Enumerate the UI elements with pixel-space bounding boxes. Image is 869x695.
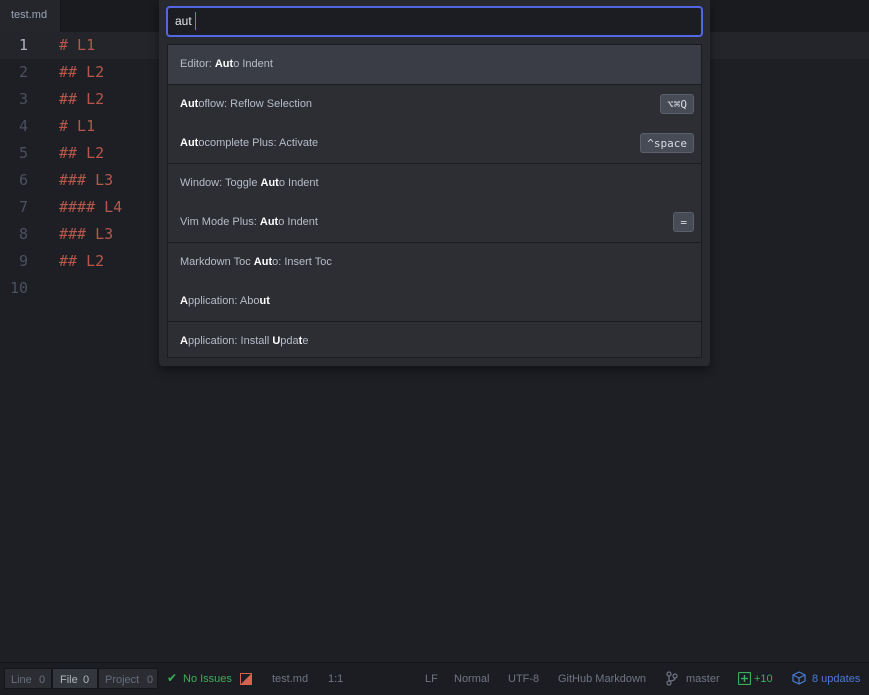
command-label: Autoflow: Reflow Selection (180, 98, 313, 110)
line-number: 10 (9, 279, 28, 297)
status-filename[interactable]: test.md (272, 673, 308, 685)
line-number: 1 (18, 36, 28, 54)
command-label: Editor: Auto Indent (180, 58, 273, 70)
code-line[interactable]: ## L2 (59, 140, 104, 167)
search-query: aut (175, 14, 192, 28)
command-label: Autocomplete Plus: Activate (180, 137, 319, 149)
command-label: Markdown Toc Auto: Insert Toc (180, 256, 332, 268)
command-label: Application: Install Update (180, 335, 309, 347)
cursor-position[interactable]: 1:1 (328, 673, 343, 685)
command-label: Vim Mode Plus: Auto Indent (180, 216, 318, 228)
command-list: Editor: Auto Indent Autoflow: Reflow Sel… (167, 44, 702, 358)
encoding-selector[interactable]: UTF-8 (508, 673, 539, 685)
linter-project-tab[interactable]: Project 0 (98, 668, 158, 689)
vim-mode-indicator[interactable]: Normal (454, 673, 489, 685)
line-number: 3 (18, 90, 28, 108)
git-branch-icon (666, 671, 678, 686)
line-number: 8 (18, 225, 28, 243)
git-branch-name[interactable]: master (686, 673, 720, 685)
command-item-editor-auto-indent[interactable]: Editor: Auto Indent (168, 45, 701, 85)
command-item-application-install-update[interactable]: Application: Install Update (168, 322, 701, 357)
code-line[interactable]: ### L3 (59, 221, 113, 248)
linter-project-count: 0 (147, 674, 154, 686)
code-line[interactable]: ## L2 (59, 86, 104, 113)
code-line[interactable]: ## L2 (59, 248, 104, 275)
line-number: 5 (18, 144, 28, 162)
linter-file-tab[interactable]: File 0 (52, 668, 98, 689)
command-item-autoflow-reflow[interactable]: Autoflow: Reflow Selection ⌥⌘Q (168, 85, 701, 125)
code-line[interactable]: # L1 (59, 113, 95, 140)
command-item-markdown-toc-insert[interactable]: Markdown Toc Auto: Insert Toc (168, 243, 701, 283)
code-line[interactable]: ### L3 (59, 167, 113, 194)
linter-line-label: Line (11, 674, 32, 686)
git-diff-count[interactable]: +10 (754, 673, 773, 685)
tab-test-md[interactable]: test.md (0, 0, 61, 32)
linter-project-label: Project (105, 674, 140, 686)
package-icon (792, 671, 806, 685)
line-number: 4 (18, 117, 28, 135)
diff-added-icon (738, 672, 751, 685)
grammar-selector[interactable]: GitHub Markdown (558, 673, 646, 685)
no-issues-status[interactable]: No Issues (183, 673, 232, 685)
line-number: 2 (18, 63, 28, 81)
tab-title: test.md (11, 9, 48, 21)
command-palette: aut Editor: Auto Indent Autoflow: Reflow… (159, 0, 710, 366)
keybinding-badge: ^space (640, 133, 694, 153)
command-search-input[interactable]: aut (166, 6, 703, 37)
keybinding-badge: = (673, 212, 694, 232)
line-number: 6 (18, 171, 28, 189)
status-bar: Line 0 File 0 Project 0 ✔ No Issues test… (0, 662, 869, 695)
command-label: Application: About (180, 295, 270, 307)
linter-file-label: File (60, 674, 78, 686)
linter-line-count: 0 (39, 674, 46, 686)
code-line[interactable]: # L1 (59, 32, 95, 59)
command-item-application-about[interactable]: Application: About (168, 282, 701, 322)
check-icon: ✔ (167, 671, 178, 685)
linter-file-count: 0 (83, 674, 90, 686)
linter-toggle-icon[interactable] (240, 673, 252, 685)
code-line[interactable]: ## L2 (59, 59, 104, 86)
line-ending-selector[interactable]: LF (425, 673, 438, 685)
code-line[interactable]: #### L4 (59, 194, 122, 221)
line-number: 9 (18, 252, 28, 270)
line-number: 7 (18, 198, 28, 216)
command-item-window-toggle-auto-indent[interactable]: Window: Toggle Auto Indent (168, 164, 701, 204)
linter-line-tab[interactable]: Line 0 (4, 668, 52, 689)
command-label: Window: Toggle Auto Indent (180, 177, 319, 189)
text-caret (195, 12, 196, 30)
package-updates-link[interactable]: 8 updates (812, 673, 860, 685)
command-item-vim-auto-indent[interactable]: Vim Mode Plus: Auto Indent = (168, 203, 701, 243)
keybinding-badge: ⌥⌘Q (660, 94, 694, 114)
command-item-autocomplete-activate[interactable]: Autocomplete Plus: Activate ^space (168, 124, 701, 164)
